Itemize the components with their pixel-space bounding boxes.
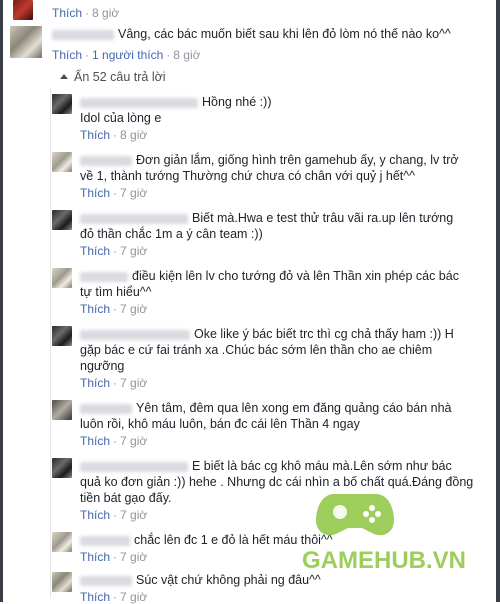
timestamp[interactable]: 7 giờ [120, 244, 147, 258]
commenter-name-redacted [80, 155, 132, 166]
hide-replies-label: Ẩn 52 câu trả lời [74, 70, 166, 84]
reply-meta: Thích · 7 giờ [80, 550, 148, 564]
reply-meta: Thích · 7 giờ [80, 186, 148, 200]
watermark-text: GAMEHUB.VN [302, 547, 466, 574]
commenter-name-redacted [80, 329, 190, 340]
reply-line: tiền bát gạo đấy. [80, 491, 172, 505]
window-frame-right [496, 0, 500, 602]
commenter-name-redacted [80, 97, 198, 108]
timestamp[interactable]: 7 giờ [120, 186, 147, 200]
commenter-name-redacted [80, 535, 130, 546]
gamepad-icon [316, 494, 394, 536]
reply-line: Hồng nhé :)) [202, 95, 272, 109]
avatar[interactable] [10, 26, 42, 58]
avatar[interactable] [52, 458, 72, 478]
like-link[interactable]: Thích [80, 244, 110, 258]
timestamp[interactable]: 7 giờ [120, 434, 147, 448]
commenter-name-redacted [80, 575, 132, 586]
reply-body: Biết mà.Hwa e test thử trâu vãi ra.up lê… [80, 210, 480, 242]
timestamp[interactable]: 8 giờ [173, 48, 200, 62]
reply-line: Đơn giản lắm, giống hình trên gamehub ấy… [136, 153, 459, 167]
avatar[interactable] [52, 400, 72, 420]
reply-line: điều kiện lên lv cho tướng đỏ và lên Thầ… [132, 269, 459, 283]
avatar[interactable] [52, 152, 72, 172]
like-link[interactable]: Thích [52, 48, 82, 62]
like-link[interactable]: Thích [80, 302, 110, 316]
avatar[interactable] [52, 326, 72, 346]
reply-meta: Thích · 7 giờ [80, 434, 148, 448]
avatar[interactable] [52, 210, 72, 230]
thread-line [50, 88, 51, 598]
reply-body: Oke like ý bác biết trc thì cg chả thấy … [80, 326, 480, 374]
timestamp[interactable]: 7 giờ [120, 508, 147, 522]
comment-meta: Thích · 8 giờ [52, 6, 120, 20]
timestamp[interactable]: 8 giờ [92, 6, 119, 20]
reply-line: về 1, thành tướng Thường chứ chưa có châ… [80, 169, 416, 183]
comment-text: Vâng, các bác muốn biết sau khi lên đỏ l… [118, 27, 451, 41]
reply-line: đỏ thần chắc 1m a ý cân team :)) [80, 227, 263, 241]
reply-body: điều kiện lên lv cho tướng đỏ và lên Thầ… [80, 268, 480, 300]
like-link[interactable]: Thích [80, 376, 110, 390]
timestamp[interactable]: 7 giờ [120, 550, 147, 564]
reply-line: Oke like ý bác biết trc thì cg chả thấy … [194, 327, 454, 341]
reply-body: Đơn giản lắm, giống hình trên gamehub ấy… [80, 152, 480, 184]
avatar[interactable] [52, 572, 72, 592]
commenter-name-redacted [80, 271, 128, 282]
hide-replies-link[interactable]: Ẩn 52 câu trả lời [60, 70, 166, 84]
collapse-arrow-icon [60, 74, 68, 80]
gamehub-watermark-logo: GAMEHUB.VN [302, 494, 466, 574]
reply-line: Yên tâm, đêm qua lên xong em đăng quảng … [136, 401, 452, 415]
timestamp[interactable]: 7 giờ [120, 302, 147, 316]
commenter-name-redacted [52, 29, 114, 40]
reply-body: Yên tâm, đêm qua lên xong em đăng quảng … [80, 400, 480, 432]
window-frame-left [0, 0, 3, 602]
reply-line: ngưỡng [80, 359, 125, 373]
avatar[interactable] [52, 532, 72, 552]
like-link[interactable]: Thích [80, 550, 110, 564]
reply-line: luôn rồi, khô máu luôn, bán đc cái lên T… [80, 417, 360, 431]
reply-meta: Thích · 7 giờ [80, 508, 148, 522]
like-link[interactable]: Thích [80, 186, 110, 200]
commenter-name-redacted [80, 461, 188, 472]
reply-line: Biết mà.Hwa e test thử trâu vãi ra.up lê… [192, 211, 454, 225]
commenter-name-redacted [80, 403, 132, 414]
reply-line: Súc vật chứ không phải ng đâu^^ [136, 573, 321, 587]
timestamp[interactable]: 7 giờ [120, 376, 147, 390]
reply-body: Hồng nhé :)) Idol của lòng e [80, 94, 480, 126]
reply-line: gặp bác e cứ fai tránh xa .Chúc bác sớm … [80, 343, 433, 357]
reply-meta: Thích · 7 giờ [80, 376, 148, 390]
reply-meta: Thích · 8 giờ [80, 128, 148, 142]
reply-line: Idol của lòng e [80, 111, 162, 125]
avatar[interactable] [13, 0, 33, 20]
avatar[interactable] [52, 268, 72, 288]
like-link[interactable]: Thích [80, 128, 110, 142]
reply-line: tự tìm hiểu^^ [80, 285, 152, 299]
timestamp[interactable]: 8 giờ [120, 128, 147, 142]
avatar[interactable] [52, 94, 72, 114]
comment-body: Vâng, các bác muốn biết sau khi lên đỏ l… [52, 26, 482, 42]
reply-line: E biết là bác cg khô máu mà.Lên sớm như … [192, 459, 452, 473]
commenter-name-redacted [80, 213, 188, 224]
like-link[interactable]: Thích [52, 6, 82, 20]
like-count[interactable]: 1 người thích [92, 48, 163, 62]
like-link[interactable]: Thích [80, 434, 110, 448]
reply-meta: Thích · 7 giờ [80, 244, 148, 258]
comment-meta: Thích · 1 người thích · 8 giờ [52, 48, 201, 62]
reply-meta: Thích · 7 giờ [80, 302, 148, 316]
like-link[interactable]: Thích [80, 508, 110, 522]
